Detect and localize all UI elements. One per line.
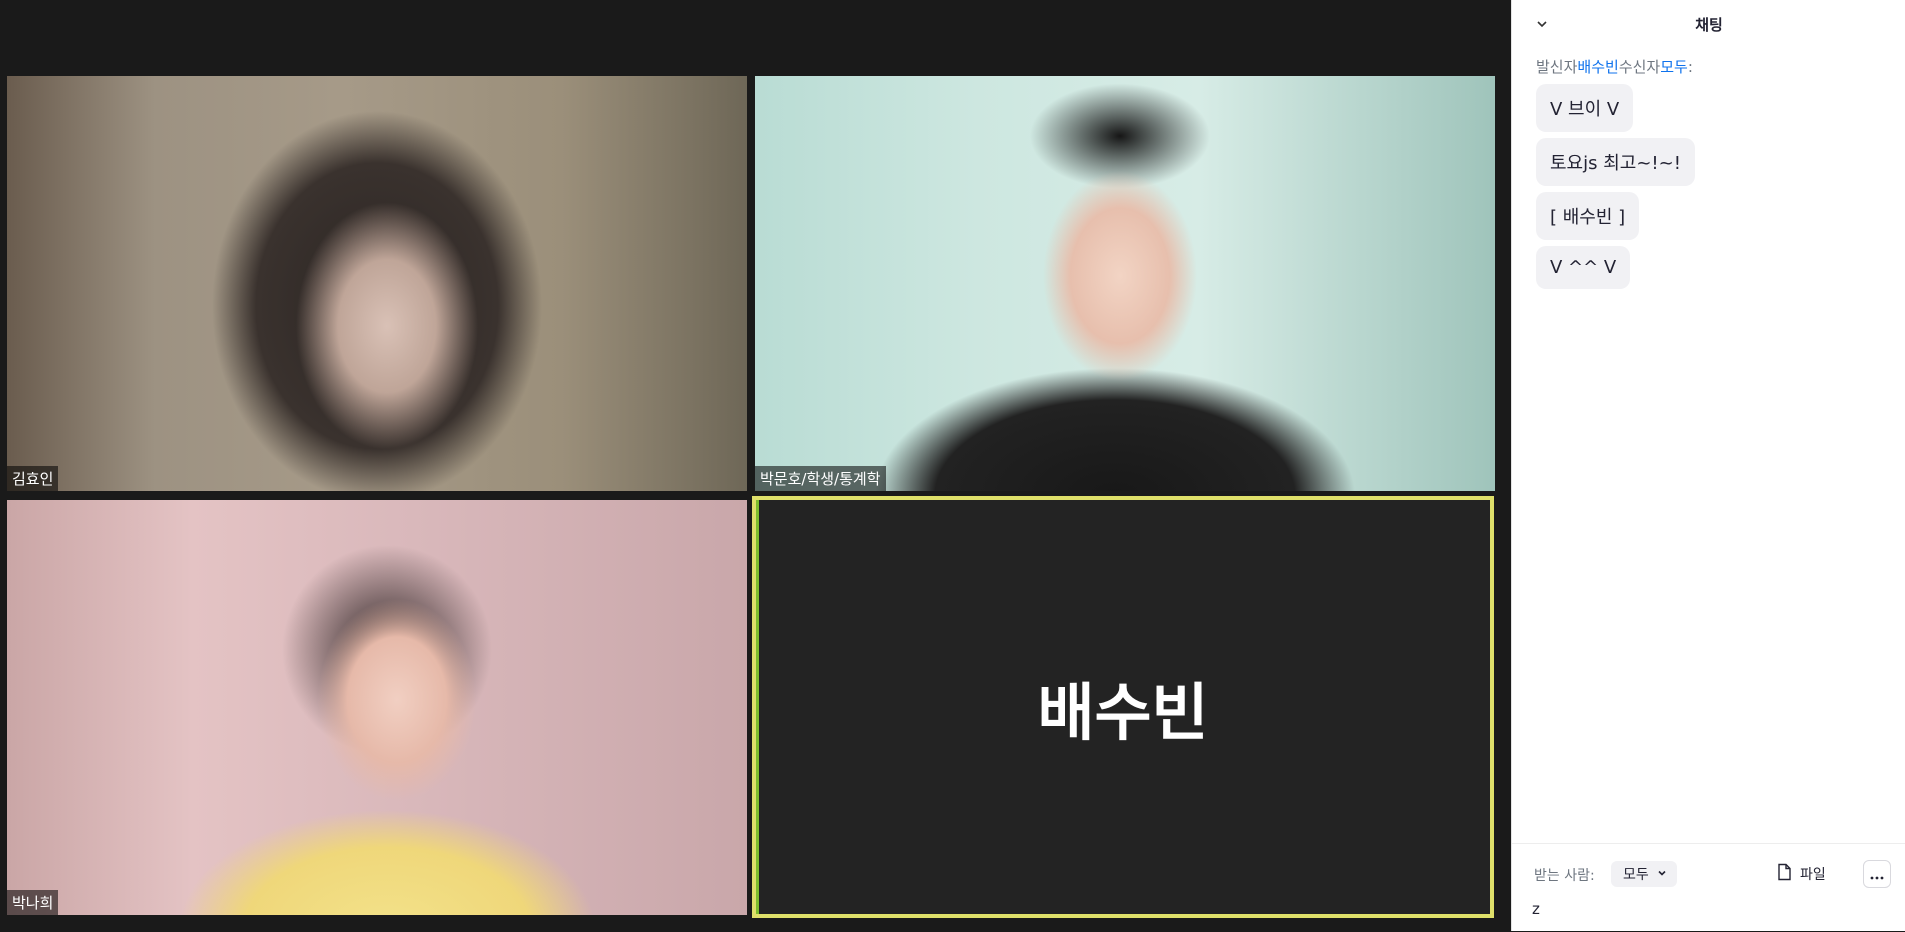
active-speaker-tile[interactable]: 배수빈: [752, 496, 1494, 918]
video-tile[interactable]: 박문호/학생/통계학: [755, 76, 1495, 491]
chat-message[interactable]: [ 배수빈 ]: [1536, 192, 1640, 240]
chat-message[interactable]: V 브이 V: [1536, 84, 1634, 132]
sender-name[interactable]: 배수빈: [1577, 58, 1618, 76]
chat-footer: 받는 사람: 모두 파일: [1512, 843, 1905, 932]
chat-panel: 채팅 발신자배수빈수신자모두: V 브이 V 토요js 최고~!~! [ 배수빈…: [1511, 0, 1905, 931]
participant-name-display: 배수빈: [1037, 676, 1209, 749]
participant-name-tag: 박문호/학생/통계학: [755, 466, 886, 491]
chevron-down-icon: [1657, 866, 1667, 882]
video-gallery: 김효인 박문호/학생/통계학 박나희 배수빈: [0, 0, 1511, 931]
message-list: V 브이 V 토요js 최고~!~! [ 배수빈 ] V ^^ V: [1536, 84, 1695, 295]
file-icon: [1776, 863, 1792, 885]
recipient-suffix: :: [1687, 58, 1693, 76]
file-button-label: 파일: [1800, 867, 1826, 883]
recipient-name[interactable]: 모두: [1660, 58, 1688, 76]
sender-prefix: 발신자: [1536, 58, 1578, 76]
sender-line: 발신자배수빈수신자모두:: [1536, 56, 1693, 77]
recipient-prefix: 수신자: [1618, 58, 1661, 76]
video-tile[interactable]: 박나희: [7, 500, 747, 915]
to-label: 받는 사람:: [1534, 868, 1595, 884]
chat-title: 채팅: [1695, 16, 1723, 34]
file-button[interactable]: 파일: [1776, 861, 1826, 887]
chat-message[interactable]: V ^^ V: [1536, 246, 1631, 289]
more-icon: [1870, 865, 1884, 884]
chat-message-input[interactable]: [1532, 897, 1882, 921]
video-tile[interactable]: 김효인: [7, 76, 747, 491]
participant-name-tag: 김효인: [7, 466, 59, 491]
chat-header: 채팅: [1512, 0, 1905, 48]
chat-message[interactable]: 토요js 최고~!~!: [1536, 138, 1695, 186]
more-button[interactable]: [1863, 860, 1891, 888]
recipient-select[interactable]: 모두: [1611, 861, 1677, 887]
participant-name-tag: 박나희: [7, 890, 59, 915]
recipient-select-value: 모두: [1623, 867, 1649, 883]
